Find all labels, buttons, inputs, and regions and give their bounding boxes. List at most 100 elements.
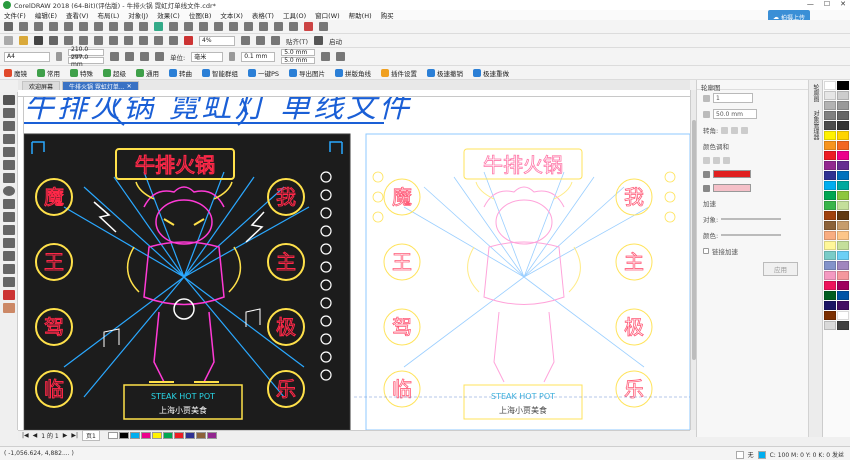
menu-buy[interactable]: 购买 [381, 10, 394, 20]
palette-swatch[interactable] [824, 111, 836, 120]
weld-icon[interactable] [139, 22, 148, 31]
menu-object[interactable]: 对象(J) [128, 10, 148, 20]
prev-page-button[interactable]: ◀ [33, 432, 38, 439]
portrait-icon[interactable] [110, 52, 119, 61]
offset-field[interactable]: 50.0 mm [713, 109, 757, 119]
freehand-tool-icon[interactable] [3, 147, 15, 157]
palette-swatch[interactable] [824, 301, 836, 310]
connector-tool-icon[interactable] [3, 238, 15, 248]
tab-welcome[interactable]: 欢迎屏幕 [22, 81, 61, 91]
palette-swatch[interactable] [837, 321, 849, 330]
palette-swatch[interactable] [837, 81, 849, 90]
color-accel-slider[interactable] [721, 234, 782, 236]
tab-document[interactable]: 牛排火锅 霓虹灯单... ✕ [62, 81, 139, 91]
palette-swatch[interactable] [837, 151, 849, 160]
polygon-tool-icon[interactable] [3, 199, 15, 209]
plugin-smart-group[interactable]: 智能群组 [202, 68, 238, 78]
table-icon[interactable] [49, 22, 58, 31]
interactive-fill-icon[interactable] [3, 290, 15, 300]
grid-view-icon[interactable] [271, 36, 280, 45]
palette-swatch[interactable] [824, 231, 836, 240]
palette-swatch[interactable] [824, 201, 836, 210]
plugin-general[interactable]: 通用 [136, 68, 159, 78]
fill-color-swatch[interactable] [713, 184, 751, 192]
plugin-one-click-ps[interactable]: 一键PS [248, 68, 279, 78]
eye-icon[interactable] [274, 22, 283, 31]
next-page-button[interactable]: ▶ [63, 432, 68, 439]
menu-bitmaps[interactable]: 位图(B) [189, 10, 212, 20]
apply-button[interactable]: 应用 [763, 262, 798, 276]
document-palette-swatch[interactable] [151, 432, 162, 439]
plugin-crop-marks[interactable]: 拼版角线 [335, 68, 371, 78]
plugin-convert-curves[interactable]: 转曲 [169, 68, 192, 78]
link-checkbox[interactable] [703, 248, 709, 254]
plugin-magic-mirror[interactable]: 魔镜 [4, 68, 27, 78]
text-icon[interactable] [34, 22, 43, 31]
palette-swatch[interactable] [824, 261, 836, 270]
publish-pdf-icon[interactable] [184, 36, 193, 45]
plugin-fast-redo[interactable]: 极速重做 [473, 68, 509, 78]
palette-swatch[interactable] [824, 91, 836, 100]
pen-icon[interactable] [19, 22, 28, 31]
save-icon[interactable] [34, 36, 43, 45]
palette-swatch[interactable] [824, 161, 836, 170]
palette-swatch[interactable] [824, 181, 836, 190]
palette-swatch[interactable] [824, 211, 836, 220]
shadow-icon[interactable] [184, 22, 193, 31]
palette-swatch[interactable] [824, 221, 836, 230]
palette-swatch[interactable] [837, 201, 849, 210]
document-palette-swatch[interactable] [206, 432, 217, 439]
palette-swatch[interactable] [824, 241, 836, 250]
shape-tool-icon[interactable] [3, 108, 15, 118]
qr-icon[interactable] [229, 22, 238, 31]
corner-round-icon[interactable] [731, 126, 739, 134]
palette-swatch[interactable] [824, 191, 836, 200]
cut-icon[interactable] [64, 36, 73, 45]
palette-swatch[interactable] [837, 121, 849, 130]
trace-icon[interactable] [319, 22, 328, 31]
eyedropper-icon[interactable] [3, 277, 15, 287]
page-height-field[interactable]: 297.0 mm [68, 54, 104, 68]
drop-shadow-icon[interactable] [3, 251, 15, 261]
all-pages-icon[interactable] [140, 52, 149, 61]
color-icon[interactable] [304, 22, 313, 31]
ellipse-tool-icon[interactable] [3, 186, 15, 196]
layers-icon[interactable] [259, 22, 268, 31]
document-palette-swatch[interactable] [129, 432, 140, 439]
palette-swatch[interactable] [837, 211, 849, 220]
menu-layout[interactable]: 布局(L) [98, 10, 120, 20]
linear-blend-icon[interactable] [703, 157, 710, 164]
plugin-special[interactable]: 特殊 [70, 68, 93, 78]
crop-tool-icon[interactable] [3, 121, 15, 131]
menu-text[interactable]: 文本(X) [220, 10, 243, 20]
palette-swatch[interactable] [824, 131, 836, 140]
close-button[interactable]: ✕ [840, 0, 846, 8]
palette-swatch[interactable] [824, 311, 836, 320]
transparency-icon[interactable] [3, 264, 15, 274]
palette-swatch[interactable] [824, 271, 836, 280]
menu-tools[interactable]: 工具(O) [283, 10, 306, 20]
document-palette-swatch[interactable] [173, 432, 184, 439]
palette-swatch[interactable] [824, 321, 836, 330]
menu-edit[interactable]: 编辑(E) [35, 10, 57, 20]
menu-view[interactable]: 查看(V) [66, 10, 89, 20]
pick-tool-icon[interactable] [3, 95, 15, 105]
drawing-canvas[interactable]: 牛排火锅 霓虹灯 单线文件 牛排火锅 魔 王 驾 临 我 主 极 乐 STEAK… [24, 97, 690, 430]
lens-icon[interactable] [199, 22, 208, 31]
palette-swatch[interactable] [824, 141, 836, 150]
image-icon[interactable] [244, 22, 253, 31]
launch-dropdown[interactable]: 启动 [329, 36, 342, 46]
menu-table[interactable]: 表格(T) [252, 10, 274, 20]
page-layout-icon[interactable] [336, 52, 346, 61]
palette-swatch[interactable] [837, 311, 849, 320]
corner-miter-icon[interactable] [721, 126, 729, 134]
bezier-icon[interactable] [64, 22, 73, 31]
document-palette-swatch[interactable] [118, 432, 129, 439]
rectangle-tool-icon[interactable] [3, 173, 15, 183]
current-page-icon[interactable] [155, 52, 164, 61]
landscape-icon[interactable] [125, 52, 134, 61]
palette-swatch[interactable] [824, 151, 836, 160]
palette-swatch[interactable] [824, 281, 836, 290]
trim-icon[interactable] [124, 22, 133, 31]
palette-swatch[interactable] [837, 111, 849, 120]
